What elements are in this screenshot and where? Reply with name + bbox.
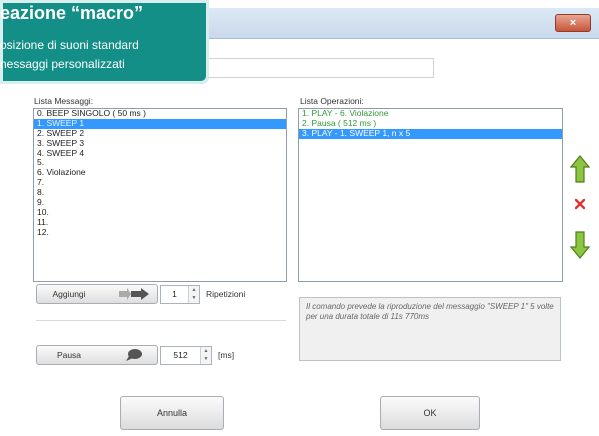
repeat-value: 1: [172, 289, 177, 299]
list-item[interactable]: 9.: [34, 197, 286, 208]
pause-value: 512: [173, 350, 188, 360]
arrow-down-icon: [570, 231, 590, 259]
add-button-label: Aggiungi: [52, 289, 86, 299]
messages-listbox[interactable]: 0. BEEP SINGOLO ( 50 ms ) 1. SWEEP 1 2. SW…: [33, 108, 287, 282]
macro-name-field[interactable]: [200, 58, 434, 78]
close-button[interactable]: ×: [555, 14, 591, 32]
arrow-up-icon: [570, 155, 590, 183]
callout-line-1: osizione di suoni standard: [0, 38, 139, 52]
repeat-label: Ripetizioni: [206, 289, 246, 299]
repeat-stepper[interactable]: 1 ▲ ▼: [160, 285, 200, 304]
ok-button[interactable]: OK: [380, 396, 480, 430]
divider: [36, 320, 286, 322]
list-item[interactable]: 7.: [34, 177, 286, 188]
pause-unit-label: [ms]: [218, 350, 235, 360]
arrow-right-icon: [119, 288, 149, 300]
messages-list-label: Lista Messaggi:: [34, 96, 94, 106]
operation-description: Il comando prevede la riproduzione del m…: [299, 297, 561, 361]
list-item[interactable]: 8.: [34, 187, 286, 198]
spin-arrows-icon[interactable]: ▲ ▼: [188, 286, 199, 303]
move-up-button[interactable]: [569, 154, 591, 184]
list-item[interactable]: 3. PLAY - 1. SWEEP 1, n x 5: [299, 128, 562, 139]
speech-bubble-icon: [126, 349, 142, 361]
list-item[interactable]: 6. Violazione: [34, 167, 286, 178]
callout-line-2: nessaggi personalizzati: [0, 57, 125, 71]
delete-x-icon: [574, 198, 586, 210]
list-item[interactable]: 12.: [34, 227, 286, 238]
pause-button[interactable]: Pausa: [36, 345, 158, 365]
pause-duration-stepper[interactable]: 512 ▲ ▼: [160, 346, 212, 365]
pause-button-label: Pausa: [56, 350, 82, 360]
operations-listbox[interactable]: 1. PLAY - 6. Violazione 2. Pausa ( 512 ms…: [298, 108, 563, 282]
list-item[interactable]: 4. SWEEP 4: [34, 148, 286, 159]
delete-button[interactable]: [569, 194, 591, 214]
callout-heading: eazione “macro”: [0, 3, 144, 23]
list-item[interactable]: 11.: [34, 217, 286, 228]
title-callout: eazione “macro” osizione di suoni standa…: [0, 0, 209, 84]
operations-list-label: Lista Operazioni:: [300, 96, 364, 106]
list-item[interactable]: 10.: [34, 207, 286, 218]
add-button[interactable]: Aggiungi: [36, 284, 158, 304]
cancel-button[interactable]: Annulla: [120, 396, 224, 430]
move-down-button[interactable]: [569, 230, 591, 260]
spin-arrows-icon[interactable]: ▲ ▼: [200, 347, 211, 364]
